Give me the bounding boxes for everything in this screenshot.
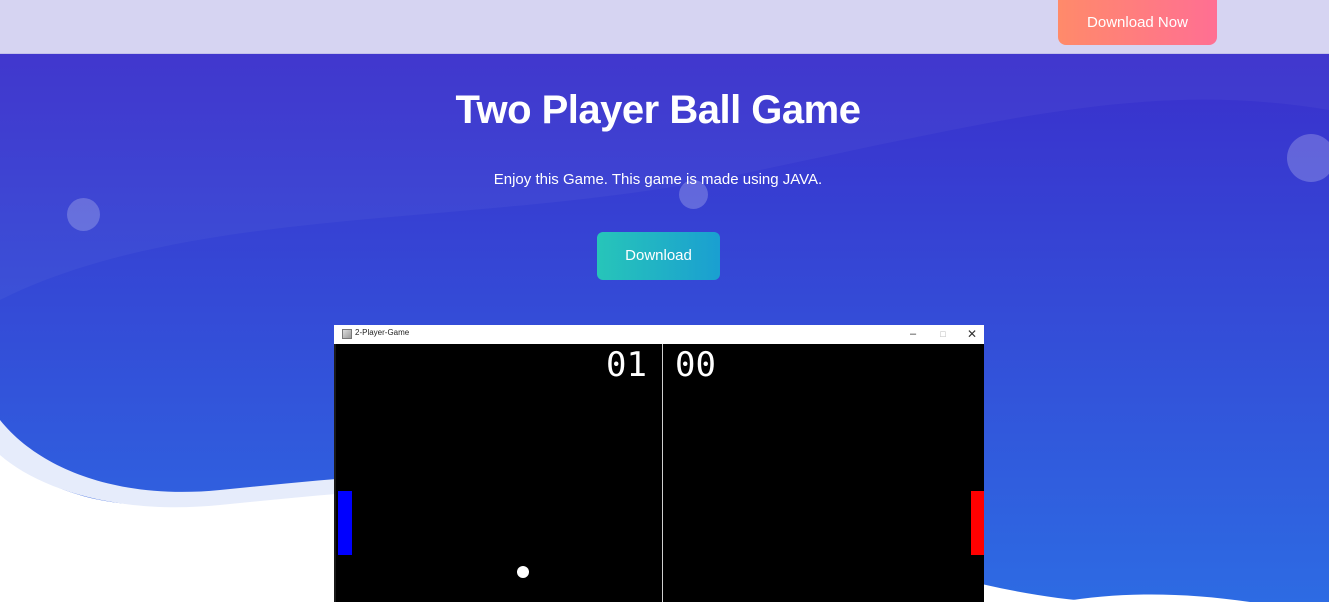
- close-icon: ✕: [966, 327, 978, 341]
- download-now-button[interactable]: Download Now: [1058, 0, 1217, 45]
- download-button[interactable]: Download: [597, 232, 720, 280]
- hero-subtitle: Enjoy this Game. This game is made using…: [493, 171, 823, 188]
- page-title: Two Player Ball Game: [455, 88, 861, 132]
- right-paddle: [971, 491, 984, 555]
- ball: [517, 566, 529, 578]
- game-screenshot-window: 2-Player-Game – □ ✕ 01 00: [334, 325, 984, 602]
- game-field: 01 00: [334, 344, 984, 602]
- decor-bubble-left: [67, 198, 100, 231]
- java-app-icon: [342, 329, 352, 339]
- center-line: [662, 344, 663, 602]
- landing-page: Download Now Two Player Ball Game Enjoy …: [0, 0, 1329, 602]
- left-paddle: [338, 491, 352, 555]
- top-nav-bar: Download Now: [0, 0, 1329, 54]
- score-right: 00: [675, 345, 716, 385]
- window-titlebar: 2-Player-Game – □ ✕: [334, 325, 984, 344]
- field-left-edge: [334, 344, 336, 602]
- score-left: 01: [606, 345, 647, 385]
- window-title: 2-Player-Game: [355, 328, 410, 337]
- maximize-icon: □: [940, 329, 946, 339]
- minimize-icon: –: [909, 328, 917, 340]
